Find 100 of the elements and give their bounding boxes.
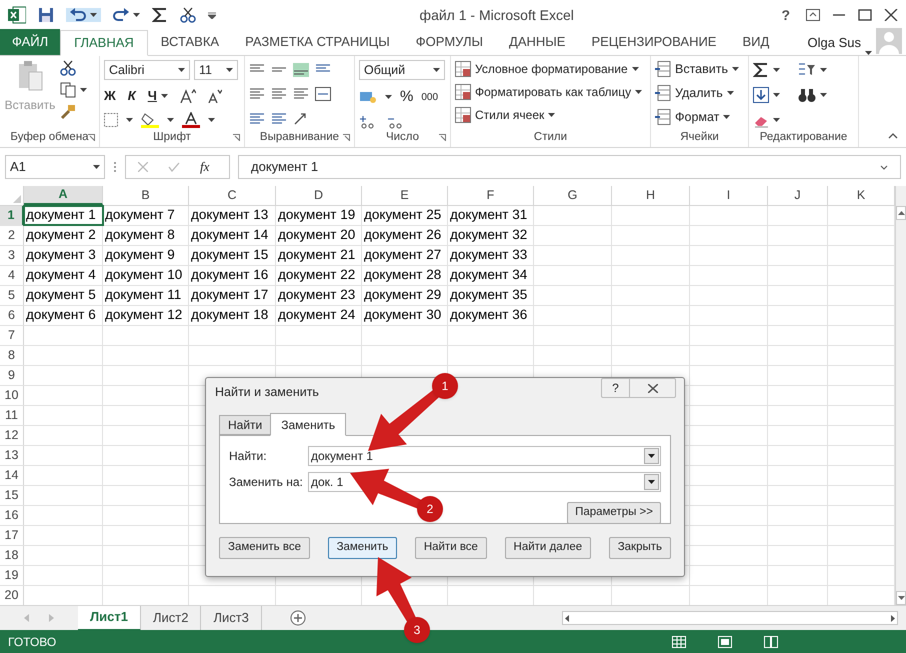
column-header[interactable]: F bbox=[448, 186, 534, 205]
check-icon[interactable] bbox=[168, 162, 180, 172]
row-header[interactable]: 3 bbox=[0, 246, 24, 265]
dropdown-arrow-icon[interactable] bbox=[160, 94, 168, 98]
ribbon-tab[interactable]: РЕЦЕНЗИРОВАНИЕ bbox=[578, 29, 730, 55]
align-center-icon[interactable] bbox=[271, 87, 287, 102]
dropdown-arrow-icon[interactable] bbox=[648, 454, 655, 458]
cells-menu-button[interactable]: Формат bbox=[675, 108, 720, 126]
font-name-field[interactable]: Calibri bbox=[104, 60, 190, 80]
clipboard-icon[interactable] bbox=[17, 60, 43, 92]
cells-menu-button[interactable]: Вставить bbox=[675, 60, 728, 79]
dropdown-arrow-icon[interactable] bbox=[226, 68, 233, 72]
dropdown-arrow-icon[interactable] bbox=[126, 118, 133, 122]
font-size-field[interactable]: 11 bbox=[194, 60, 238, 80]
row-header[interactable]: 14 bbox=[0, 466, 24, 485]
sort-filter-icon[interactable] bbox=[798, 62, 816, 78]
row-header[interactable]: 18 bbox=[0, 546, 24, 565]
scissors-icon[interactable] bbox=[60, 60, 76, 76]
dialog-launcher-icon[interactable] bbox=[88, 134, 95, 141]
dropdown-arrow-icon[interactable] bbox=[773, 118, 780, 122]
styles-menu-button[interactable]: Стили ячеек bbox=[475, 106, 544, 124]
name-box[interactable]: A1 bbox=[5, 155, 105, 179]
new-sheet-icon[interactable] bbox=[290, 610, 306, 626]
column-header[interactable]: E bbox=[362, 186, 448, 205]
bold-button[interactable]: Ж bbox=[104, 86, 116, 106]
binoculars-icon[interactable] bbox=[798, 86, 816, 102]
dropdown-arrow-icon[interactable] bbox=[648, 480, 655, 484]
dialog-tab[interactable]: Заменить bbox=[270, 413, 346, 436]
dropdown-arrow-icon[interactable] bbox=[90, 13, 97, 17]
insert-cells-icon[interactable] bbox=[655, 61, 671, 78]
row-header[interactable]: 19 bbox=[0, 566, 24, 585]
column-header[interactable]: D bbox=[276, 186, 362, 205]
italic-button[interactable]: К bbox=[128, 86, 136, 106]
thousands-separator-button[interactable]: 000 bbox=[421, 90, 438, 105]
row-header[interactable]: 1 bbox=[0, 206, 24, 225]
ribbon-tab[interactable]: ВСТАВКА bbox=[148, 29, 232, 55]
dropdown-arrow-icon[interactable] bbox=[433, 68, 440, 72]
dialog-launcher-icon[interactable] bbox=[439, 134, 446, 141]
dropdown-arrow-icon[interactable] bbox=[167, 118, 174, 122]
row-header[interactable]: 13 bbox=[0, 446, 24, 465]
merge-center-icon[interactable] bbox=[315, 87, 331, 102]
normal-view-icon[interactable] bbox=[672, 636, 686, 648]
ribbon-tab[interactable]: ФОРМУЛЫ bbox=[402, 29, 496, 55]
user-name[interactable]: Olga Sus bbox=[808, 32, 861, 52]
spreadsheet-app-icon[interactable] bbox=[8, 6, 26, 24]
dropdown-arrow-icon[interactable] bbox=[385, 95, 392, 100]
undo-icon[interactable] bbox=[70, 8, 86, 22]
copy-icon[interactable] bbox=[60, 82, 76, 98]
dropdown-arrow-icon[interactable] bbox=[773, 68, 780, 72]
ribbon-tab[interactable]: ДАННЫЕ bbox=[496, 29, 578, 55]
dropdown-arrow-icon[interactable] bbox=[732, 67, 739, 72]
right-arrow-icon[interactable] bbox=[891, 614, 895, 622]
styles-menu-button[interactable]: Форматировать как таблицу bbox=[475, 83, 632, 101]
dialog-button[interactable]: Закрыть bbox=[608, 537, 671, 559]
currency-icon[interactable] bbox=[359, 90, 377, 104]
align-right-icon[interactable] bbox=[293, 87, 309, 102]
column-header[interactable]: H bbox=[612, 186, 690, 205]
dialog-button[interactable]: Заменить bbox=[328, 537, 398, 559]
dropdown-arrow-icon[interactable] bbox=[820, 68, 827, 72]
row-header[interactable]: 5 bbox=[0, 286, 24, 305]
row-header[interactable]: 2 bbox=[0, 226, 24, 245]
collapse-ribbon-icon[interactable] bbox=[888, 133, 898, 139]
dropdown-arrow-icon[interactable] bbox=[178, 68, 185, 72]
dialog-tab[interactable]: Найти bbox=[219, 415, 270, 435]
dropdown-arrow-icon[interactable] bbox=[93, 165, 100, 169]
dialog-launcher-icon[interactable] bbox=[233, 134, 240, 141]
dropdown-arrow-icon[interactable] bbox=[133, 13, 140, 17]
conditional-formatting-icon[interactable] bbox=[455, 61, 471, 77]
expand-formula-icon[interactable] bbox=[880, 164, 888, 170]
column-header[interactable]: C bbox=[189, 186, 276, 205]
text-field[interactable]: документ 1 bbox=[308, 446, 661, 466]
sigma-icon[interactable] bbox=[152, 7, 168, 23]
up-arrow-icon[interactable] bbox=[898, 211, 904, 215]
increase-decimal-icon[interactable] bbox=[359, 114, 375, 128]
row-header[interactable]: 15 bbox=[0, 486, 24, 505]
row-header[interactable]: 11 bbox=[0, 406, 24, 425]
font-color-icon[interactable] bbox=[182, 112, 200, 128]
save-icon[interactable] bbox=[38, 7, 54, 23]
cells-menu-button[interactable]: Удалить bbox=[675, 84, 723, 102]
increase-indent-icon[interactable] bbox=[271, 112, 287, 126]
styles-menu-button[interactable]: Условное форматирование bbox=[475, 60, 628, 78]
column-header[interactable]: A bbox=[24, 186, 103, 205]
percent-button[interactable]: % bbox=[400, 86, 414, 108]
row-header[interactable]: 8 bbox=[0, 346, 24, 365]
table-format-icon[interactable] bbox=[455, 84, 471, 100]
dropdown-arrow-icon[interactable] bbox=[632, 67, 639, 71]
delete-cells-icon[interactable] bbox=[655, 85, 671, 102]
close-icon[interactable] bbox=[648, 384, 658, 392]
row-header[interactable]: 16 bbox=[0, 506, 24, 525]
scissors-icon[interactable] bbox=[180, 7, 196, 23]
row-header[interactable]: 4 bbox=[0, 266, 24, 285]
column-header[interactable]: J bbox=[768, 186, 828, 205]
row-header[interactable]: 9 bbox=[0, 366, 24, 385]
dropdown-arrow-icon[interactable] bbox=[208, 118, 215, 122]
page-break-icon[interactable] bbox=[764, 636, 778, 648]
sheet-tab[interactable]: Лист1 bbox=[78, 606, 141, 630]
row-header[interactable]: 10 bbox=[0, 386, 24, 405]
column-header[interactable]: B bbox=[103, 186, 189, 205]
ribbon-tab[interactable]: РАЗМЕТКА СТРАНИЦЫ bbox=[232, 29, 403, 55]
dialog-button[interactable]: Найти далее bbox=[504, 537, 592, 559]
